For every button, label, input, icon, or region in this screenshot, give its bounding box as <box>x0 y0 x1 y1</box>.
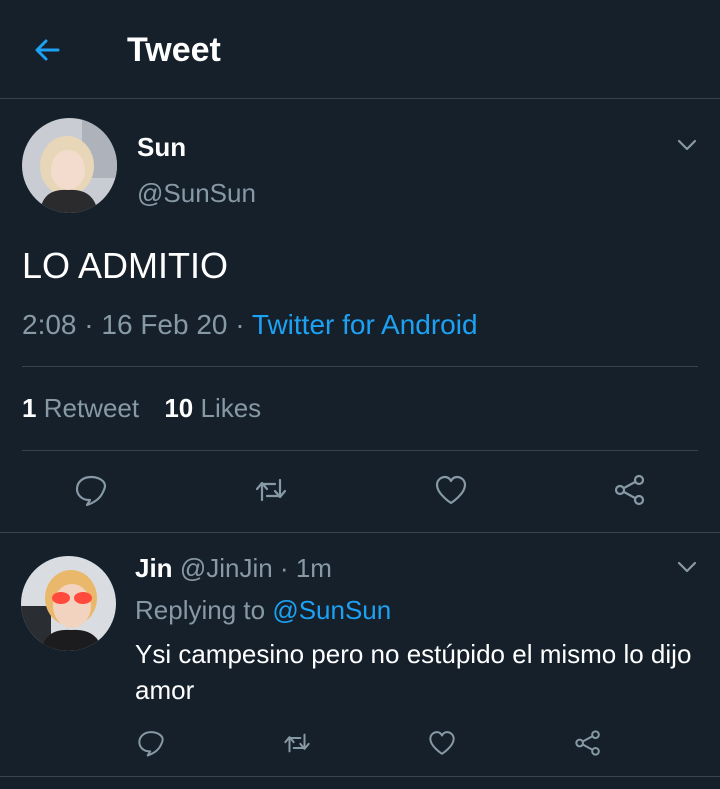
tweet-stats: 1 Retweet 10 Likes <box>22 392 279 424</box>
divider <box>22 450 698 451</box>
tweet-text: LO ADMITIO <box>22 245 229 286</box>
reply-actions <box>0 726 720 762</box>
share-icon[interactable] <box>612 472 648 508</box>
divider <box>22 366 698 367</box>
tweet-date: 16 Feb 20 <box>101 309 228 340</box>
reply-header: Jin @JinJin · 1m <box>135 552 332 584</box>
like-icon[interactable] <box>433 472 469 508</box>
replying-prefix: Replying to <box>135 595 266 625</box>
author-handle[interactable]: @SunSun <box>137 178 256 208</box>
author-name[interactable]: Sun <box>137 132 186 162</box>
retweets-count: 1 <box>22 393 37 423</box>
divider <box>0 776 720 777</box>
likes-label: Likes <box>200 393 262 423</box>
chevron-down-icon[interactable] <box>676 134 698 156</box>
reply-text: Ysi campesino pero no estúpido el mismo … <box>135 639 692 705</box>
reply-author-name[interactable]: Jin <box>135 553 173 583</box>
retweet-icon[interactable] <box>253 472 289 508</box>
reply-icon[interactable] <box>73 472 109 508</box>
reply-time: 1m <box>295 553 332 583</box>
meta-separator: · <box>279 553 289 583</box>
replying-to-line: Replying to @SunSun <box>135 594 391 626</box>
chevron-down-icon[interactable] <box>676 556 698 578</box>
tweet-source-link[interactable]: Twitter for Android <box>252 309 478 340</box>
top-bar: Tweet <box>0 0 720 99</box>
meta-separator: · <box>84 309 102 340</box>
tweet-time: 2:08 <box>22 309 77 340</box>
author-avatar[interactable] <box>22 118 117 213</box>
reply-icon[interactable] <box>136 728 166 758</box>
replying-mention-link[interactable]: @SunSun <box>272 595 391 625</box>
tweet-actions <box>0 468 720 512</box>
divider <box>0 532 720 533</box>
retweet-icon[interactable] <box>282 728 312 758</box>
reply-author-avatar[interactable] <box>21 556 116 651</box>
tweet-meta: 2:08 · 16 Feb 20 · Twitter for Android <box>22 308 478 342</box>
likes-count: 10 <box>164 393 194 423</box>
reply-author-handle[interactable]: @JinJin <box>180 553 273 583</box>
back-arrow-icon[interactable] <box>28 30 68 70</box>
meta-separator: · <box>235 309 252 340</box>
like-icon[interactable] <box>427 728 457 758</box>
likes-stat[interactable]: 10 Likes <box>164 393 261 423</box>
retweets-label: Retweet <box>43 393 140 423</box>
share-icon[interactable] <box>573 728 603 758</box>
page-title: Tweet <box>127 31 221 69</box>
retweets-stat[interactable]: 1 Retweet <box>22 393 139 423</box>
